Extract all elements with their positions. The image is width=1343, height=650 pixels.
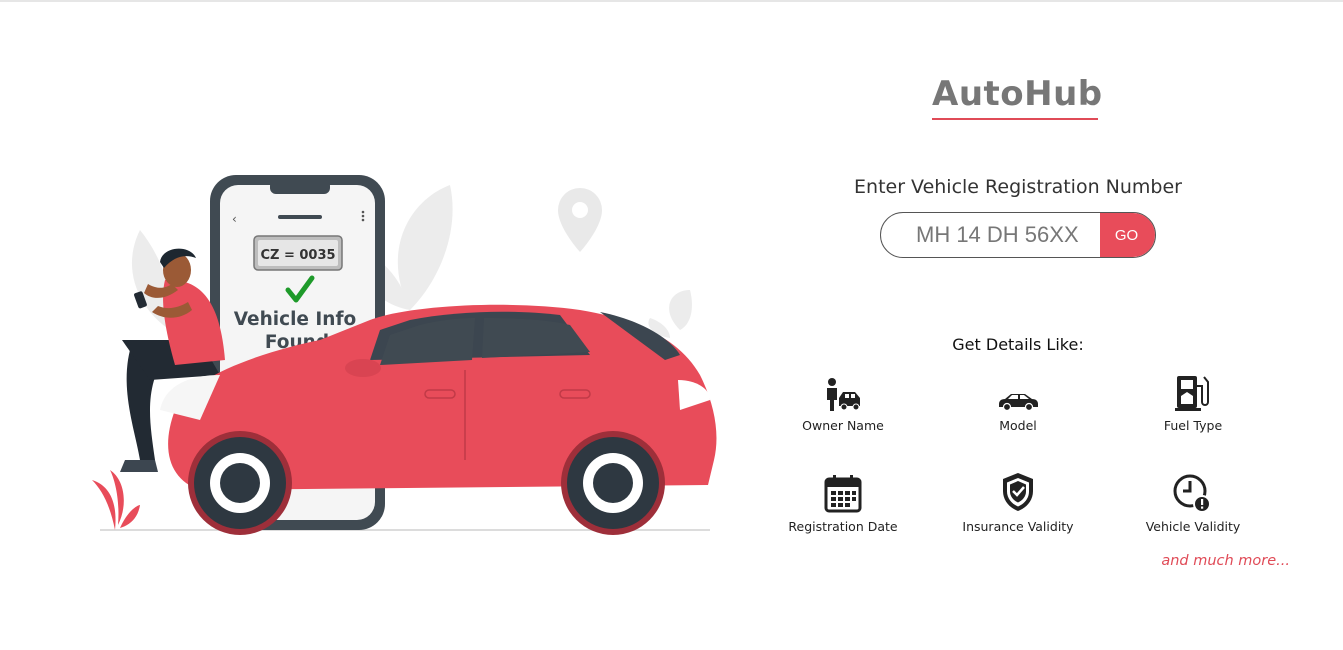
brand-underline xyxy=(932,118,1098,120)
fuel-pump-icon xyxy=(1175,376,1209,411)
feature-label: Insurance Validity xyxy=(962,519,1074,534)
more-text: and much more... xyxy=(1161,553,1290,569)
brand-title: AutoHub xyxy=(932,74,1103,114)
car-icon xyxy=(999,394,1038,412)
phone-message-line1: Vehicle Info xyxy=(234,309,356,330)
search-prompt: Enter Vehicle Registration Number xyxy=(854,176,1182,198)
feature-label: Model xyxy=(999,418,1037,433)
registration-number-input[interactable] xyxy=(881,213,1101,257)
map-pin-icon xyxy=(558,188,602,252)
calendar-icon xyxy=(824,475,862,513)
hero-illustration: ‹ CZ = 0035 Vehicle Info Found xyxy=(80,160,730,550)
feature-label: Fuel Type xyxy=(1163,418,1223,433)
plate-text: CZ = 0035 xyxy=(260,248,335,263)
top-divider xyxy=(0,0,1343,2)
svg-text:‹: ‹ xyxy=(232,212,237,226)
owner-car-icon xyxy=(827,378,860,411)
clock-alert-icon xyxy=(1173,474,1211,513)
feature-fuel-type: Fuel Type xyxy=(1108,372,1278,433)
feature-label: Vehicle Validity xyxy=(1145,519,1241,534)
shield-check-icon xyxy=(1003,473,1033,511)
feature-label: Registration Date xyxy=(788,519,898,534)
feature-vehicle-validity: Vehicle Validity xyxy=(1108,473,1278,534)
feature-registration-date: Registration Date xyxy=(758,473,928,534)
red-plant xyxy=(92,470,140,530)
car-phone-illustration: ‹ CZ = 0035 Vehicle Info Found xyxy=(92,175,717,535)
feature-label: Owner Name xyxy=(802,418,884,433)
go-button[interactable]: GO xyxy=(1100,213,1155,257)
search-form: GO xyxy=(880,212,1156,258)
details-title: Get Details Like: xyxy=(952,335,1084,354)
feature-model: Model xyxy=(933,372,1103,433)
feature-owner-name: Owner Name xyxy=(758,372,928,433)
feature-insurance-validity: Insurance Validity xyxy=(933,473,1103,534)
